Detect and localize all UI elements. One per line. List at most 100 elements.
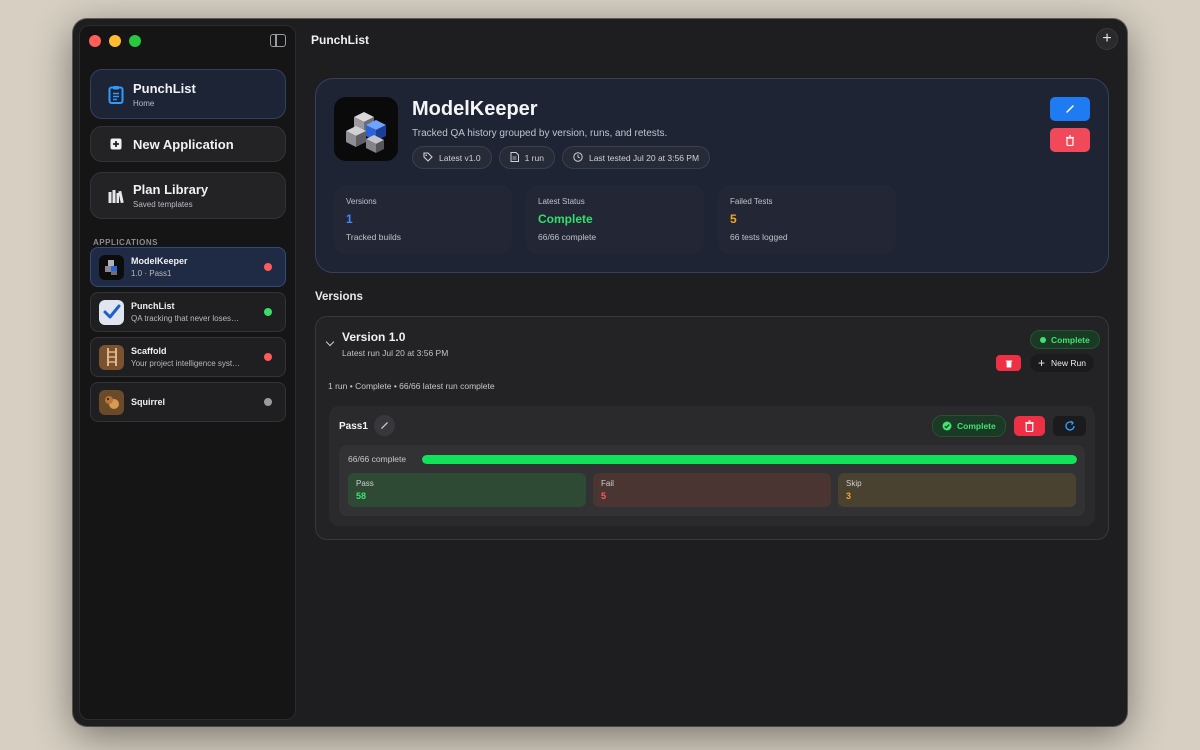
books-icon [99, 189, 133, 203]
run-name: Pass1 [339, 421, 368, 432]
stat-label: Failed Tests [730, 197, 773, 206]
app-name: PunchList [131, 301, 175, 311]
sidebar-item-modelkeeper[interactable]: ModelKeeper 1.0 · Pass1 [90, 247, 286, 287]
delete-version-button[interactable] [996, 355, 1021, 371]
stat-sub: 66/66 complete [538, 232, 597, 242]
delete-run-button[interactable] [1014, 416, 1045, 436]
retest-button[interactable] [1053, 416, 1086, 436]
version-status-badge: Complete [1030, 330, 1100, 349]
new-application-button[interactable]: New Application [90, 126, 286, 162]
sidebar: PunchList Home New Application Plan Libr… [79, 25, 296, 720]
app-desc: Your project intelligence system [131, 359, 241, 368]
run-status-label: Complete [957, 421, 996, 431]
status-dot [264, 308, 272, 316]
plus-square-icon [99, 138, 133, 150]
progress-label: 66/66 complete [348, 454, 407, 464]
latest-version-chip: Latest v1.0 [412, 146, 492, 169]
versions-heading: Versions [315, 291, 363, 303]
pass-tile: Pass 58 [348, 473, 586, 507]
stat-sub: Tracked builds [346, 232, 401, 242]
run-status-badge: Complete [932, 415, 1006, 437]
skip-label: Skip [846, 479, 862, 488]
trash-icon [1005, 360, 1012, 367]
app-name: Squirrel [131, 397, 166, 407]
clock-icon [573, 151, 583, 164]
refresh-icon [1064, 420, 1075, 431]
progress-panel: 66/66 complete Pass 58 Fail 5 Skip 3 [339, 445, 1085, 516]
close-window-button[interactable] [89, 35, 101, 47]
new-application-label: New Application [133, 136, 234, 152]
fail-label: Fail [601, 479, 614, 488]
chevron-down-icon[interactable] [325, 337, 335, 347]
stat-versions: Versions 1 Tracked builds [334, 185, 512, 254]
version-summary: 1 run • Complete • 66/66 latest run comp… [328, 381, 495, 391]
run-card: Pass1 Complete 66/66 complete Pass 58 Fa… [329, 406, 1095, 526]
applications-section-label: APPLICATIONS [93, 238, 158, 247]
squirrel-icon [99, 389, 124, 415]
trash-icon [1025, 420, 1034, 432]
version-subtitle: Latest run Jul 20 at 3:56 PM [342, 348, 449, 358]
plan-library-subtitle: Saved templates [133, 200, 193, 209]
plus-icon: + [1038, 356, 1046, 370]
stat-label: Latest Status [538, 197, 585, 206]
nav-home-title: PunchList [133, 80, 196, 96]
app-desc: 1.0 · Pass1 [131, 269, 172, 278]
status-dot [264, 398, 272, 406]
stat-failed-tests: Failed Tests 5 66 tests logged [718, 185, 896, 254]
edit-app-button[interactable] [1050, 97, 1090, 121]
pass-label: Pass [356, 479, 374, 488]
version-title: Version 1.0 [342, 330, 406, 344]
fail-tile: Fail 5 [593, 473, 831, 507]
trash-icon [1066, 134, 1074, 146]
clipboard-icon [99, 85, 133, 104]
pencil-icon [1066, 105, 1074, 113]
status-dot [264, 263, 272, 271]
new-run-button[interactable]: + New Run [1030, 354, 1094, 372]
version-card: Version 1.0 Latest run Jul 20 at 3:56 PM… [315, 316, 1109, 540]
status-dot [1040, 336, 1046, 343]
new-run-label: New Run [1051, 358, 1086, 368]
sidebar-item-squirrel[interactable]: Squirrel [90, 382, 286, 422]
version-status-label: Complete [1051, 334, 1090, 345]
stat-sub: 66 tests logged [730, 232, 788, 242]
progress-bar [422, 455, 1077, 464]
runs-chip: 1 run [498, 146, 555, 169]
check-circle-icon [942, 421, 952, 431]
delete-app-button[interactable] [1050, 128, 1090, 152]
skip-count: 3 [846, 491, 852, 501]
stat-latest-status: Latest Status Complete 66/66 complete [526, 185, 704, 254]
stat-value: 5 [730, 212, 737, 226]
cubes-icon [99, 254, 124, 280]
stat-value: Complete [538, 212, 593, 226]
tag-icon [423, 151, 433, 164]
window-controls [89, 35, 141, 47]
nav-home[interactable]: PunchList Home [90, 69, 286, 119]
cubes-icon [334, 97, 398, 161]
app-name: ModelKeeper [131, 256, 188, 266]
nav-home-subtitle: Home [133, 98, 155, 108]
last-tested-label: Last tested Jul 20 at 3:56 PM [588, 152, 700, 163]
minimize-window-button[interactable] [109, 35, 121, 47]
plan-library-title: Plan Library [133, 182, 209, 197]
skip-tile: Skip 3 [838, 473, 1076, 507]
sidebar-toggle-icon[interactable] [270, 34, 286, 47]
app-chips: Latest v1.0 1 run Last tested Jul 20 at … [412, 146, 711, 169]
app-desc: QA tracking that never loses track of a … [131, 314, 241, 323]
pencil-icon [381, 422, 388, 429]
sidebar-item-punchlist[interactable]: PunchList QA tracking that never loses t… [90, 292, 286, 332]
fail-count: 5 [601, 491, 607, 501]
checkmark-icon [99, 299, 124, 325]
zoom-window-button[interactable] [129, 35, 141, 47]
pass-count: 58 [356, 491, 367, 501]
latest-version-label: Latest v1.0 [439, 152, 481, 163]
status-dot [264, 353, 272, 361]
last-tested-chip: Last tested Jul 20 at 3:56 PM [561, 146, 711, 169]
stat-value: 1 [346, 212, 353, 226]
app-window: PunchList Home New Application Plan Libr… [73, 19, 1127, 726]
plan-library-button[interactable]: Plan Library Saved templates [90, 172, 286, 219]
add-button[interactable]: + [1096, 28, 1118, 50]
edit-run-button[interactable] [374, 415, 395, 436]
sidebar-item-scaffold[interactable]: Scaffold Your project intelligence syste… [90, 337, 286, 377]
progress-fill [422, 455, 1077, 464]
document-icon [510, 151, 519, 164]
